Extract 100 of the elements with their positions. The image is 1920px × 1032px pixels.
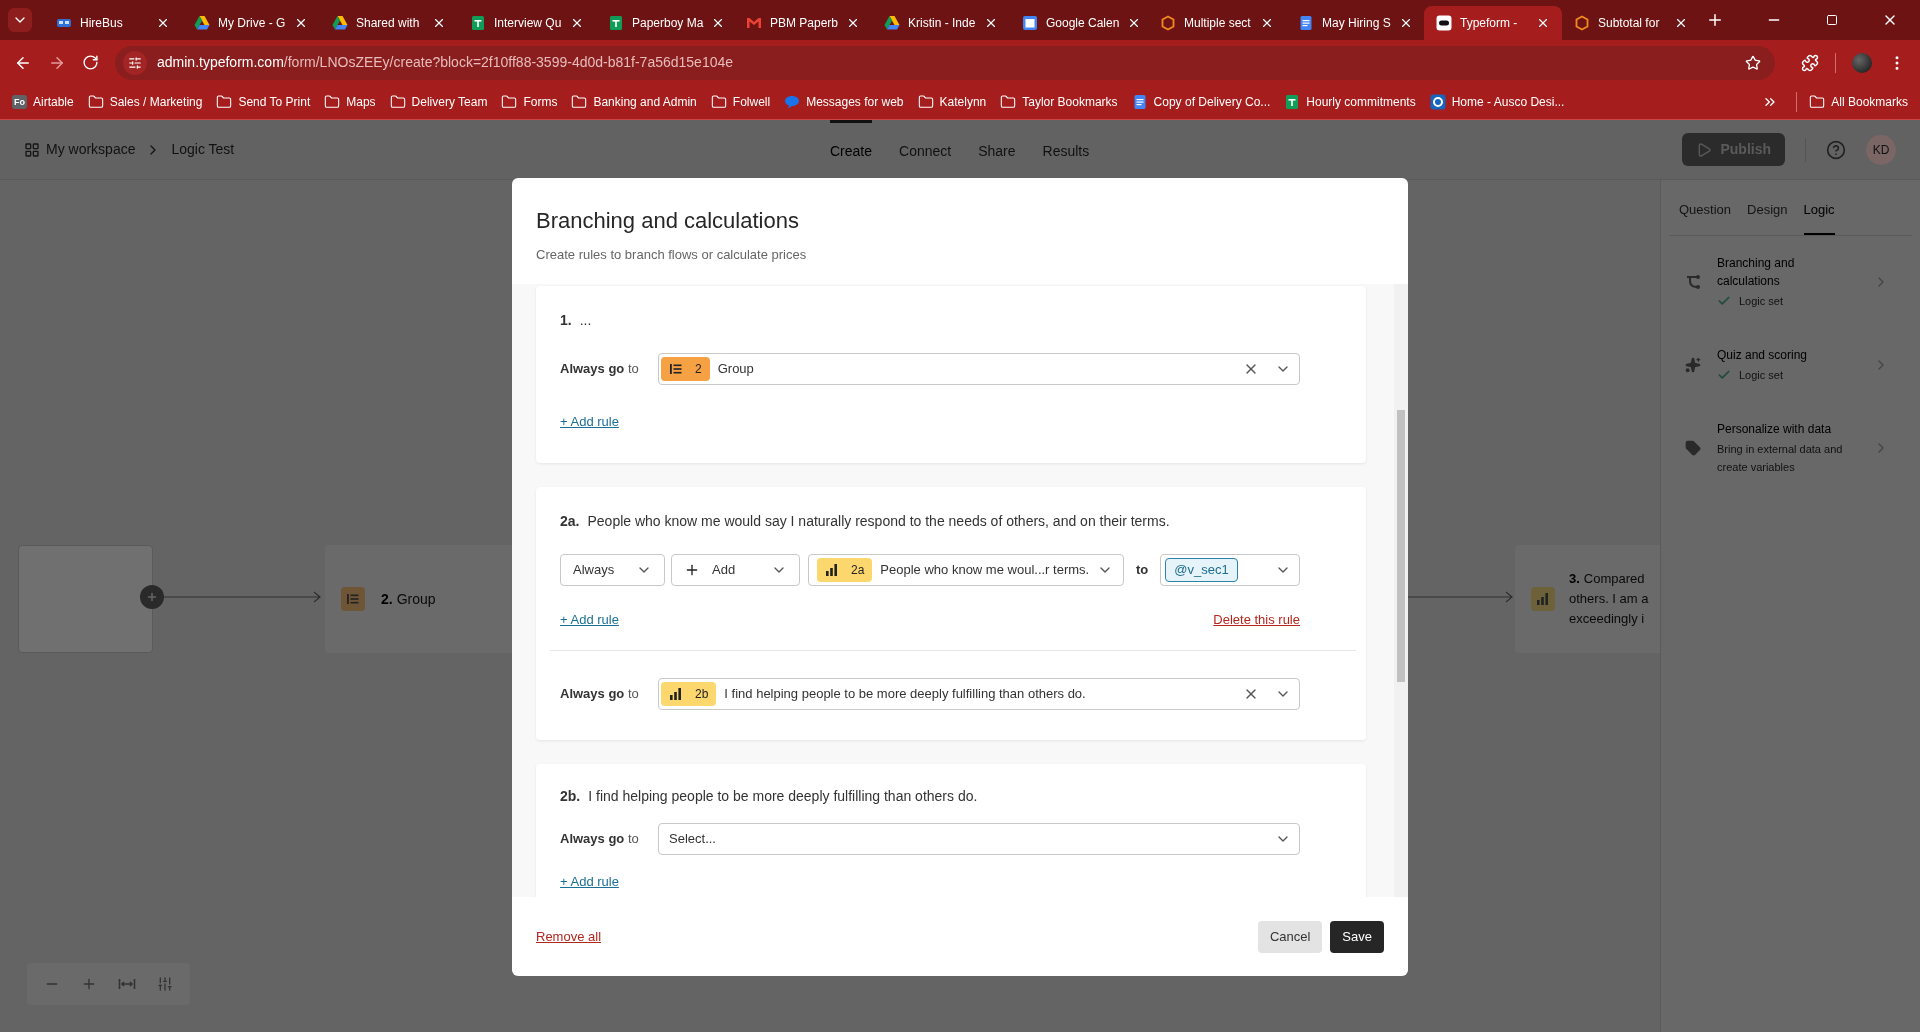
browser-tab[interactable]: HireBus	[44, 6, 182, 40]
bookmark-item[interactable]: Delivery Team	[389, 93, 502, 111]
start-node[interactable]	[18, 545, 153, 653]
drive-icon	[884, 15, 900, 31]
spreadsheet-icon	[608, 15, 624, 31]
browser-tab[interactable]: My Drive - G	[182, 6, 320, 40]
add-rule-link[interactable]: + Add rule	[560, 414, 619, 429]
always-go-to-label: Always go to	[560, 829, 640, 848]
play-icon	[1696, 141, 1713, 158]
add-rule-link[interactable]: + Add rule	[560, 873, 619, 889]
bar-chart-icon	[1536, 592, 1550, 606]
add-rule-link[interactable]: + Add rule	[560, 610, 619, 630]
to-label: to	[1136, 561, 1149, 580]
question-title: 1. ...	[560, 311, 593, 330]
logic-option[interactable]: Quiz and scoring Logic set	[1669, 328, 1912, 402]
question-select[interactable]: 2a People who know me woul...r terms.	[808, 554, 1124, 586]
close-icon[interactable]	[1674, 16, 1688, 30]
all-bookmarks-item[interactable]: All Bookmarks	[1809, 93, 1908, 111]
browser-tab[interactable]: Interview Qu	[458, 6, 596, 40]
user-avatar[interactable]: KD	[1866, 134, 1896, 165]
new-tab-icon[interactable]	[1706, 11, 1724, 29]
close-icon[interactable]	[1536, 16, 1550, 30]
bookmark-item[interactable]: Fo Airtable	[12, 93, 88, 111]
dialog-title: Branching and calculations	[536, 207, 800, 235]
destination-select[interactable]: 2b I find helping people to be more deeply fulfilling than others do.	[658, 677, 1300, 710]
option-status: Logic set	[1739, 294, 1784, 309]
extensions-icon[interactable]	[1801, 53, 1819, 72]
folder-icon	[1809, 94, 1826, 110]
help-icon[interactable]	[1826, 139, 1846, 160]
close-icon[interactable]	[570, 16, 584, 30]
bookmark-item[interactable]: Maps	[324, 93, 390, 111]
address-bar[interactable]: admin.typeform.com/form/LNOsZEEy/create?block=2f10ff88-3599-4d0d-b81f-7a56d15e104e	[115, 45, 1775, 80]
browser-tab[interactable]: Multiple sect	[1148, 6, 1286, 40]
bookmark-item[interactable]: Folwell	[710, 93, 785, 111]
save-button[interactable]: Save	[1330, 920, 1384, 953]
document-icon	[1131, 94, 1148, 110]
logic-option[interactable]: Branching and calculations Logic set	[1669, 236, 1912, 328]
flow-node[interactable]: 3. Compared others. I am a exceedingly i	[1515, 545, 1660, 653]
list-icon	[669, 362, 683, 376]
close-icon[interactable]	[156, 16, 170, 30]
grid-icon[interactable]	[24, 141, 40, 158]
action-select[interactable]: Add	[671, 554, 800, 586]
site-settings-icon[interactable]	[128, 55, 142, 70]
close-icon[interactable]	[1260, 16, 1274, 30]
calendar-icon	[1022, 15, 1038, 31]
close-icon[interactable]	[432, 16, 446, 30]
question-title: 2a. People who know me would say I naturally respond to the needs of others, and on their terms.	[560, 512, 1171, 531]
option-title: Personalize with data	[1717, 421, 1833, 438]
delete-rule-link[interactable]: Delete this rule	[1213, 610, 1300, 630]
folder-icon	[571, 94, 588, 110]
tag-icon	[1685, 440, 1701, 456]
browser-tab[interactable]: Subtotal for	[1562, 6, 1700, 40]
always-go-to-label: Always go to	[560, 684, 640, 703]
bookmark-item[interactable]: Hourly commitments	[1284, 93, 1430, 111]
logic-option[interactable]: Personalize with data Bring in external data and create variables	[1669, 402, 1912, 494]
reload-icon[interactable]	[82, 54, 99, 71]
folder-icon	[1000, 94, 1017, 110]
browser-tab[interactable]: Google Calen	[1010, 6, 1148, 40]
browser-tab[interactable]: PBM Paperb	[734, 6, 872, 40]
variable-chip: @v_sec1	[1165, 558, 1238, 582]
bookmark-item[interactable]: Banking and Admin	[571, 93, 711, 111]
branch-icon	[1685, 274, 1701, 290]
tab-search-button[interactable]	[8, 8, 32, 32]
bookmark-item[interactable]: Katelynn	[917, 93, 1001, 111]
close-icon[interactable]	[294, 16, 308, 30]
browser-tab[interactable]: Typeform -	[1424, 6, 1562, 40]
node-label: 2. Group	[381, 589, 436, 609]
browser-tab[interactable]: Kristin - Inde	[872, 6, 1010, 40]
form-name: Logic Test	[171, 140, 235, 159]
settings-sliders-icon[interactable]	[157, 976, 174, 992]
dialog-subtitle: Create rules to branch flows or calculate prices	[536, 246, 808, 264]
option-status: Logic set	[1739, 368, 1784, 383]
browser-tab[interactable]: May Hiring S	[1286, 6, 1424, 40]
bookmark-item[interactable]: Copy of Delivery Co...	[1131, 93, 1285, 111]
browser-tab[interactable]: Paperboy Ma	[596, 6, 734, 40]
variable-select[interactable]: @v_sec1	[1160, 554, 1300, 586]
bookmark-star-icon[interactable]	[1745, 54, 1761, 71]
condition-select[interactable]: Always	[560, 554, 665, 586]
remove-all-link[interactable]: Remove all	[536, 926, 602, 947]
bookmark-item[interactable]: Send To Print	[216, 93, 325, 111]
hexagon-icon	[1160, 15, 1176, 31]
destination-select[interactable]: Select...	[658, 822, 1300, 855]
bookmark-item[interactable]: Messages for web	[784, 93, 918, 111]
app-logo-icon	[1436, 15, 1452, 31]
panel-tab[interactable]: Logic	[1803, 199, 1835, 235]
cancel-button[interactable]: Cancel	[1257, 920, 1323, 953]
bookmark-item[interactable]: Home - Ausco Desi...	[1429, 93, 1579, 111]
restore-icon[interactable]	[1826, 14, 1838, 26]
browser-tab[interactable]: Shared with	[320, 6, 458, 40]
add-node-button[interactable]	[140, 585, 164, 609]
bookmark-item[interactable]: Forms	[501, 93, 572, 111]
destination-select[interactable]: 2 Group	[658, 353, 1300, 385]
plus-icon	[684, 562, 700, 578]
bookmark-badge-icon: Fo	[12, 95, 27, 109]
scrollbar[interactable]	[1394, 284, 1408, 897]
bookmark-item[interactable]: Taylor Bookmarks	[1000, 93, 1132, 111]
bookmark-item[interactable]: Sales / Marketing	[87, 93, 217, 111]
list-icon	[346, 592, 360, 606]
browser-logo-icon	[1429, 94, 1446, 110]
close-icon[interactable]	[984, 16, 998, 30]
